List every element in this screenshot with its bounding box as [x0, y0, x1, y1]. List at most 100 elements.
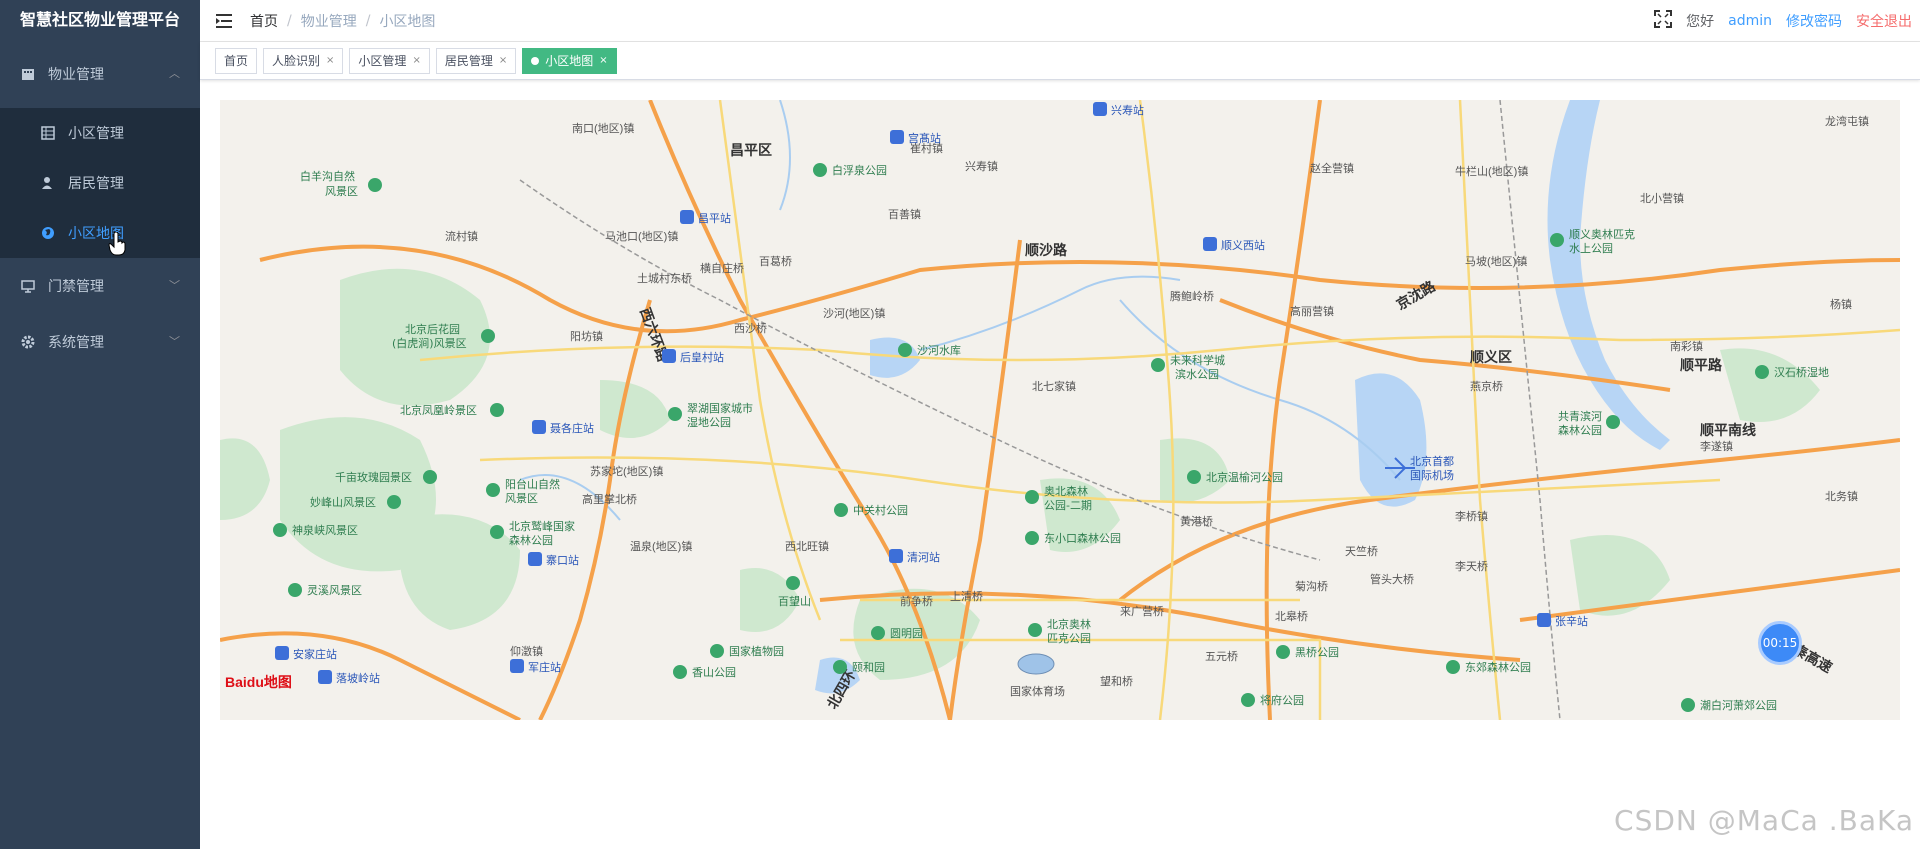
- svg-text:顺义奥林匹克: 顺义奥林匹克: [1569, 227, 1635, 241]
- svg-text:前争桥: 前争桥: [900, 594, 933, 608]
- svg-text:西北旺镇: 西北旺镇: [785, 539, 829, 553]
- svg-text:京沈路: 京沈路: [1394, 277, 1439, 312]
- svg-text:阳台山自然: 阳台山自然: [505, 477, 560, 491]
- sidebar: 智慧社区物业管理平台 物业管理 ︿ 小区管理 居民管理 小区地图 门禁管理 ﹀ …: [0, 0, 200, 849]
- svg-text:后皇村站: 后皇村站: [680, 350, 724, 364]
- sidebar-toggle-button[interactable]: [200, 0, 250, 42]
- greeting-text: 您好: [1686, 14, 1715, 30]
- svg-text:白浮泉公园: 白浮泉公园: [832, 163, 887, 177]
- svg-text:沙河(地区)镇: 沙河(地区)镇: [823, 306, 885, 320]
- svg-text:森林公园: 森林公园: [1558, 423, 1602, 437]
- menu-group-access-control[interactable]: 门禁管理 ﹀: [0, 258, 200, 314]
- svg-text:神泉峡风景区: 神泉峡风景区: [292, 523, 358, 537]
- sidebar-item-residents[interactable]: 居民管理: [0, 158, 200, 208]
- svg-text:香山公园: 香山公园: [692, 666, 736, 679]
- tag-label: 居民管理: [444, 53, 493, 68]
- breadcrumb-current: 小区地图: [379, 13, 436, 30]
- fullscreen-button[interactable]: [1654, 10, 1673, 32]
- svg-text:南口(地区)镇: 南口(地区)镇: [572, 121, 634, 135]
- watermark: CSDN @MaCa .BaKa: [1614, 804, 1914, 837]
- svg-text:张辛站: 张辛站: [1555, 614, 1588, 628]
- building-icon: [20, 66, 36, 82]
- svg-text:仰澂镇: 仰澂镇: [510, 644, 543, 658]
- menu-group-property[interactable]: 物业管理 ︿: [0, 40, 200, 108]
- svg-text:百善镇: 百善镇: [888, 207, 921, 221]
- menu-group-system[interactable]: 系统管理 ﹀: [0, 314, 200, 370]
- svg-text:风景区: 风景区: [505, 492, 538, 505]
- svg-text:寨口站: 寨口站: [546, 553, 579, 567]
- svg-text:北京奥林: 北京奥林: [1047, 617, 1091, 631]
- breadcrumb-property[interactable]: 物业管理: [301, 11, 357, 31]
- close-icon[interactable]: ×: [326, 49, 334, 73]
- svg-text:妙峰山风景区: 妙峰山风景区: [310, 495, 376, 509]
- change-password-link[interactable]: 修改密码: [1786, 11, 1842, 31]
- svg-text:北京首都: 北京首都: [1410, 454, 1454, 468]
- svg-text:匹克公园: 匹克公园: [1047, 632, 1091, 645]
- svg-text:北京凤凰岭景区: 北京凤凰岭景区: [400, 403, 477, 417]
- header-right-menu: 您好 admin 修改密码 安全退出: [1654, 0, 1912, 42]
- baidu-map-logo: Baidu地图: [225, 674, 292, 690]
- username-link[interactable]: admin: [1728, 13, 1772, 29]
- svg-text:百望山: 百望山: [778, 595, 811, 608]
- svg-text:顺义西站: 顺义西站: [1221, 238, 1265, 252]
- close-icon[interactable]: ×: [599, 49, 607, 73]
- tag-community[interactable]: 小区管理 ×: [349, 47, 430, 74]
- map-canvas[interactable]: 昌平区 顺义区 顺沙路 顺平路 顺平南线 京沈路 西六环路 北四环 京秦高速 南…: [220, 100, 1900, 720]
- svg-text:顺义区: 顺义区: [1470, 349, 1512, 365]
- svg-text:湿地公园: 湿地公园: [687, 416, 731, 429]
- svg-text:黄港桥: 黄港桥: [1180, 514, 1213, 528]
- stadium-icon: [1017, 653, 1055, 675]
- svg-text:国际机场: 国际机场: [1410, 468, 1454, 482]
- svg-text:北京鹫峰国家: 北京鹫峰国家: [509, 519, 575, 533]
- grid-icon: [40, 125, 56, 141]
- svg-text:西沙桥: 西沙桥: [734, 322, 767, 335]
- sidebar-item-community[interactable]: 小区管理: [0, 108, 200, 158]
- svg-text:顺沙路: 顺沙路: [1025, 242, 1068, 258]
- svg-text:潮白河萧郊公园: 潮白河萧郊公园: [1700, 698, 1777, 712]
- breadcrumb-home[interactable]: 首页: [250, 11, 278, 31]
- sidebar-item-label: 小区管理: [68, 126, 124, 142]
- map-container[interactable]: 昌平区 顺义区 顺沙路 顺平路 顺平南线 京沈路 西六环路 北四环 京秦高速 南…: [220, 100, 1900, 720]
- map-timer-badge[interactable]: 00:15: [1758, 621, 1802, 665]
- svg-text:兴寿镇: 兴寿镇: [965, 159, 998, 173]
- svg-text:北京后花园: 北京后花园: [405, 322, 460, 336]
- svg-text:流村镇: 流村镇: [445, 229, 478, 243]
- sidebar-item-community-map[interactable]: 小区地图: [0, 208, 200, 258]
- gear-icon: [20, 334, 36, 350]
- svg-text:上清桥: 上清桥: [950, 590, 983, 603]
- logout-link[interactable]: 安全退出: [1856, 11, 1912, 31]
- close-icon[interactable]: ×: [499, 49, 507, 73]
- svg-text:汉石桥湿地: 汉石桥湿地: [1774, 366, 1829, 379]
- svg-text:天竺桥: 天竺桥: [1345, 544, 1378, 558]
- svg-text:落坡岭站: 落坡岭站: [336, 671, 380, 685]
- svg-text:中关村公园: 中关村公园: [853, 503, 908, 517]
- svg-text:军庄站: 军庄站: [528, 660, 561, 674]
- svg-text:百葛桥: 百葛桥: [759, 255, 792, 268]
- svg-text:北七家镇: 北七家镇: [1032, 379, 1076, 393]
- svg-text:国家体育场: 国家体育场: [1010, 684, 1065, 698]
- close-icon[interactable]: ×: [412, 49, 420, 73]
- menu-group-label: 系统管理: [48, 335, 104, 351]
- svg-text:北小营镇: 北小营镇: [1640, 191, 1684, 205]
- svg-text:奥北森林: 奥北森林: [1044, 484, 1088, 498]
- breadcrumb: 首页 / 物业管理 / 小区地图: [250, 11, 435, 31]
- tag-home[interactable]: 首页: [215, 47, 258, 74]
- svg-text:牛栏山(地区)镇: 牛栏山(地区)镇: [1455, 164, 1528, 178]
- svg-text:风景区: 风景区: [325, 185, 358, 198]
- svg-text:李桥镇: 李桥镇: [1455, 509, 1488, 523]
- tag-label: 小区管理: [358, 53, 407, 68]
- svg-text:北务镇: 北务镇: [1825, 489, 1858, 503]
- svg-text:望和桥: 望和桥: [1100, 675, 1133, 688]
- svg-text:清河站: 清河站: [907, 550, 940, 564]
- svg-text:(白虎涧)风景区: (白虎涧)风景区: [392, 336, 467, 350]
- svg-text:共青滨河: 共青滨河: [1558, 409, 1602, 423]
- tag-residents[interactable]: 居民管理 ×: [435, 47, 517, 74]
- svg-text:水上公园: 水上公园: [1569, 242, 1613, 255]
- svg-text:安家庄站: 安家庄站: [293, 647, 337, 661]
- svg-text:李遂镇: 李遂镇: [1700, 439, 1733, 453]
- svg-text:白羊沟自然: 白羊沟自然: [300, 169, 355, 183]
- svg-text:森林公园: 森林公园: [509, 533, 553, 547]
- svg-text:马坡(地区)镇: 马坡(地区)镇: [1465, 254, 1527, 268]
- tag-community-map[interactable]: 小区地图 ×: [522, 47, 617, 74]
- tag-face-recognition[interactable]: 人脸识别 ×: [263, 47, 344, 74]
